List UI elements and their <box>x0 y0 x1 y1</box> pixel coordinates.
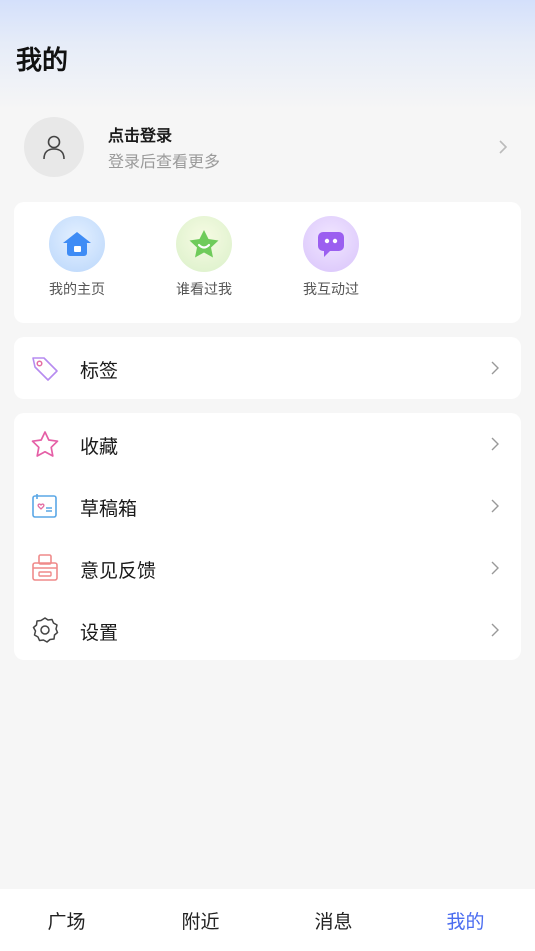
chevron-right-icon <box>491 437 499 451</box>
menu-item-settings[interactable]: 设置 <box>14 599 521 661</box>
header-background <box>0 0 535 110</box>
chevron-right-icon <box>491 561 499 575</box>
chevron-right-icon <box>491 361 499 375</box>
tab-mine[interactable]: 我的 <box>399 889 532 951</box>
chevron-right-icon <box>499 140 508 154</box>
page-title: 我的 <box>16 46 69 76</box>
quick-action-interactions[interactable]: 我互动过 <box>286 216 376 299</box>
menu-item-drafts[interactable]: 草稿箱 <box>14 475 521 537</box>
quick-action-label: 我的主页 <box>49 282 105 298</box>
login-entry[interactable]: 点击登录 登录后查看更多 <box>0 112 535 182</box>
draft-icon <box>30 491 60 521</box>
menu-item-label: 收藏 <box>80 436 119 458</box>
tab-messages[interactable]: 消息 <box>267 889 400 951</box>
login-subtitle: 登录后查看更多 <box>108 152 221 171</box>
avatar <box>24 117 84 177</box>
menu-item-label: 设置 <box>80 622 119 644</box>
login-title: 点击登录 <box>108 126 173 145</box>
tag-icon <box>30 353 60 383</box>
quick-action-label: 谁看过我 <box>176 282 232 298</box>
quick-actions-card: 我的主页 谁看过我 我互动过 <box>14 202 521 323</box>
quick-icon-bg <box>303 216 359 272</box>
star-icon <box>30 429 60 459</box>
quick-action-visitors[interactable]: 谁看过我 <box>159 216 249 299</box>
menu-group-card: 收藏 草稿箱 意见反馈 设置 <box>14 413 521 660</box>
gear-icon <box>30 615 60 645</box>
user-icon <box>43 135 65 160</box>
feedback-icon <box>30 553 60 583</box>
chevron-right-icon <box>491 623 499 637</box>
quick-icon-bg <box>176 216 232 272</box>
tab-nearby[interactable]: 附近 <box>134 889 267 951</box>
tab-plaza[interactable]: 广场 <box>0 889 133 951</box>
chevron-right-icon <box>491 499 499 513</box>
menu-item-label: 标签 <box>80 360 119 382</box>
bottom-tab-bar: 广场 附近 消息 我的 <box>0 889 535 951</box>
menu-item-label: 草稿箱 <box>80 498 138 520</box>
menu-item-tags[interactable]: 标签 <box>14 337 521 399</box>
home-icon <box>63 232 91 256</box>
menu-item-favorites[interactable]: 收藏 <box>14 413 521 475</box>
star-face-icon <box>189 230 219 258</box>
menu-item-feedback[interactable]: 意见反馈 <box>14 537 521 599</box>
quick-action-label: 我互动过 <box>303 282 359 298</box>
quick-icon-bg <box>49 216 105 272</box>
quick-action-homepage[interactable]: 我的主页 <box>32 216 122 299</box>
tags-card: 标签 <box>14 337 521 399</box>
chat-bubble-icon <box>318 232 344 257</box>
menu-item-label: 意见反馈 <box>80 560 157 582</box>
